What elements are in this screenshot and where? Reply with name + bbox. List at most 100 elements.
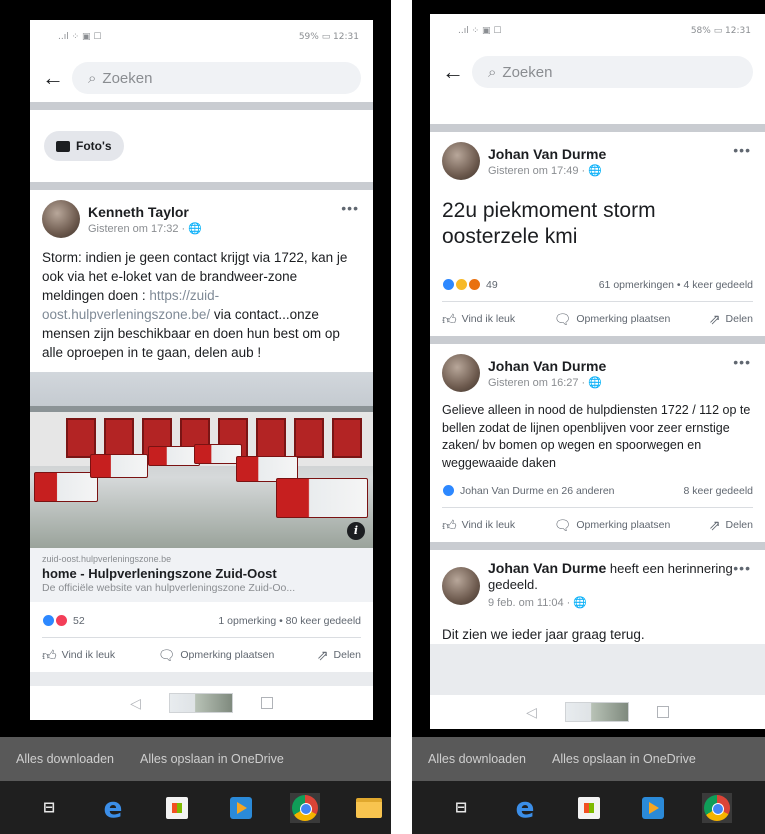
left-screenshot-panel: ..ıl ⁘ ▣ ☐ 59% ▭ 12:31 ← ⌕ Zoeken Foto's…: [0, 0, 391, 834]
download-all-button[interactable]: Alles downloaden: [428, 752, 526, 766]
store-icon[interactable]: [578, 796, 600, 819]
share-label: Delen: [333, 649, 361, 661]
garage-door: [104, 418, 134, 458]
link-description: De officiële website van hulpverleningsz…: [42, 582, 296, 594]
like-reaction-icon: [442, 484, 455, 497]
divider: [430, 542, 765, 550]
more-options-icon[interactable]: •••: [733, 142, 751, 158]
phone-screen-left: ..ıl ⁘ ▣ ☐ 59% ▭ 12:31 ← ⌕ Zoeken Foto's…: [30, 20, 373, 720]
save-onedrive-button[interactable]: Alles opslaan in OneDrive: [140, 752, 284, 766]
reaction-people: Johan Van Durme en 26 anderen: [460, 484, 615, 497]
back-arrow-icon[interactable]: ←: [42, 65, 72, 91]
post-author[interactable]: Johan Van Durme: [488, 358, 606, 374]
share-button[interactable]: ⇗ Delen: [709, 517, 753, 534]
search-icon: ⌕: [88, 69, 97, 87]
more-options-icon[interactable]: •••: [341, 200, 359, 216]
nav-recents-icon[interactable]: [656, 706, 669, 718]
post-header: Johan Van Durme Gisteren om 16:27 · 🌐: [442, 354, 753, 392]
share-label: Delen: [725, 313, 753, 325]
top-bar: ← ⌕ Zoeken: [30, 54, 373, 102]
search-input[interactable]: ⌕ Zoeken: [472, 56, 753, 88]
task-view-icon[interactable]: ⊟: [446, 793, 476, 823]
post-author[interactable]: Kenneth Taylor: [88, 204, 202, 220]
battery-clock: 59% ▭ 12:31: [298, 32, 359, 42]
search-icon: ⌕: [488, 63, 497, 81]
nav-recents-icon[interactable]: [260, 697, 273, 709]
post-actions: 👍︎ Vind ik leuk 🗨︎ Opmerking plaatsen ⇗ Del…: [442, 302, 753, 336]
post-header: Johan Van Durme Gisteren om 17:49 · 🌐: [442, 142, 753, 180]
fire-station-photo[interactable]: i: [30, 372, 373, 548]
comment-button[interactable]: 🗨︎ Opmerking plaatsen: [554, 311, 671, 328]
post-johan-1: Johan Van Durme Gisteren om 17:49 · 🌐 ••…: [430, 132, 765, 336]
fire-truck: [90, 454, 148, 478]
post-stats: 52 1 opmerking • 80 keer gedeeld: [42, 602, 361, 638]
comments-shares[interactable]: 1 opmerking • 80 keer gedeeld: [218, 615, 361, 627]
avatar[interactable]: [442, 354, 480, 392]
store-icon[interactable]: [166, 796, 188, 819]
media-player-icon[interactable]: [642, 796, 664, 819]
edge-browser-icon[interactable]: e: [98, 791, 128, 824]
save-onedrive-button[interactable]: Alles opslaan in OneDrive: [552, 752, 696, 766]
share-icon: ⇗: [708, 310, 721, 327]
reactions-summary[interactable]: Johan Van Durme en 26 anderen: [442, 484, 615, 497]
comment-icon: 🗨︎: [157, 646, 176, 663]
share-button[interactable]: ⇗ Delen: [709, 311, 753, 328]
like-button[interactable]: 👍︎ Vind ik leuk: [442, 311, 515, 328]
love-reaction-icon: [55, 614, 68, 627]
divider: [430, 124, 765, 132]
photos-button-label: Foto's: [76, 139, 112, 153]
post-author[interactable]: Johan Van Durme: [488, 560, 606, 576]
thumbs-up-icon: 👍︎: [442, 516, 457, 533]
link-domain: zuid-oost.hulpverleningszone.be: [42, 554, 172, 564]
like-label: Vind ik leuk: [461, 519, 516, 531]
post-time[interactable]: 9 feb. om 11:04 · 🌐: [488, 595, 753, 611]
post-kenneth: Kenneth Taylor Gisteren om 17:32 · 🌐 •••…: [30, 190, 373, 672]
avatar[interactable]: [442, 142, 480, 180]
chrome-icon[interactable]: [704, 794, 730, 821]
garage-door: [66, 418, 96, 458]
link-preview[interactable]: zuid-oost.hulpverleningszone.be home - H…: [30, 548, 373, 602]
share-label: Delen: [725, 519, 753, 531]
status-bar: ..ıl ⁘ ▣ ☐ 58% ▭ 12:31: [430, 14, 765, 48]
info-icon[interactable]: i: [347, 522, 365, 540]
recent-app-thumbnail[interactable]: [564, 702, 629, 722]
task-view-icon[interactable]: ⊟: [34, 793, 64, 823]
windows-taskbar-right: ⊟ e: [412, 781, 765, 834]
more-options-icon[interactable]: •••: [733, 354, 751, 370]
edge-browser-icon[interactable]: e: [510, 791, 540, 824]
divider: [30, 182, 373, 190]
search-input[interactable]: ⌕ Zoeken: [72, 62, 361, 94]
shares-count[interactable]: 8 keer gedeeld: [684, 485, 753, 497]
avatar[interactable]: [442, 566, 480, 605]
comments-shares[interactable]: 61 opmerkingen • 4 keer gedeeld: [599, 279, 753, 291]
more-options-icon[interactable]: •••: [733, 560, 751, 576]
share-button[interactable]: ⇗ Delen: [317, 647, 361, 664]
download-all-button[interactable]: Alles downloaden: [16, 752, 114, 766]
post-time[interactable]: Gisteren om 17:32 · 🌐: [88, 222, 202, 235]
chrome-icon[interactable]: [292, 794, 318, 821]
back-arrow-icon[interactable]: ←: [442, 59, 472, 85]
post-time[interactable]: Gisteren om 16:27 · 🌐: [488, 376, 606, 389]
like-button[interactable]: 👍︎ Vind ik leuk: [42, 647, 115, 664]
media-player-icon[interactable]: [230, 796, 252, 819]
android-nav-bar: ◁: [430, 695, 765, 729]
avatar[interactable]: [42, 200, 80, 238]
comment-button[interactable]: 🗨︎ Opmerking plaatsen: [554, 517, 671, 534]
comment-icon: 🗨︎: [553, 310, 572, 327]
comment-button[interactable]: 🗨︎ Opmerking plaatsen: [158, 647, 275, 664]
recent-app-thumbnail[interactable]: [168, 693, 233, 713]
reactions-summary[interactable]: 52: [42, 614, 85, 627]
file-explorer-icon[interactable]: [356, 797, 382, 818]
sad-reaction-icon: [468, 278, 481, 291]
reactions-summary[interactable]: 49: [442, 278, 498, 291]
right-screenshot-panel: ..ıl ⁘ ▣ ☐ 58% ▭ 12:31 ← ⌕ Zoeken Johan …: [412, 0, 765, 834]
post-time[interactable]: Gisteren om 17:49 · 🌐: [488, 164, 606, 177]
divider: [430, 336, 765, 344]
nav-back-icon[interactable]: ◁: [526, 704, 537, 721]
nav-back-icon[interactable]: ◁: [130, 695, 141, 712]
like-button[interactable]: 👍︎ Vind ik leuk: [442, 517, 515, 534]
comment-icon: 🗨︎: [553, 516, 572, 533]
post-author[interactable]: Johan Van Durme: [488, 146, 606, 162]
post-actions: 👍︎ Vind ik leuk 🗨︎ Opmerking plaatsen ⇗ Del…: [42, 638, 361, 672]
photos-button[interactable]: Foto's: [44, 131, 124, 161]
